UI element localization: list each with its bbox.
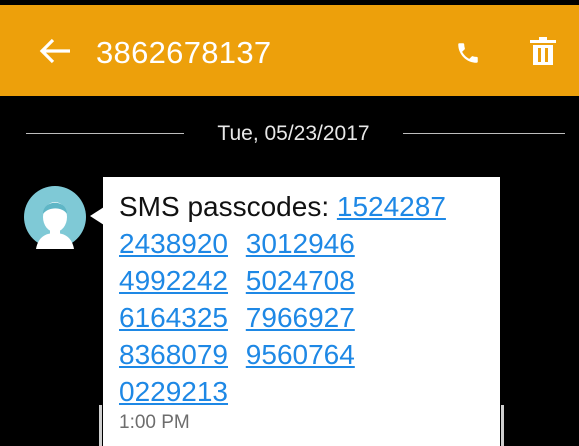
passcode-link[interactable]: 2438920 [119, 228, 228, 259]
divider-line-right [403, 133, 565, 134]
contact-avatar-icon[interactable] [23, 185, 87, 249]
passcode-link[interactable]: 1524287 [337, 191, 446, 222]
message-timestamp: 1:00 PM [119, 412, 190, 433]
passcode-link[interactable]: 3012946 [246, 228, 355, 259]
passcode-link[interactable]: 7966927 [246, 302, 355, 333]
trash-icon[interactable] [528, 37, 558, 67]
divider-line-left [26, 133, 184, 134]
conversation-date: Tue, 05/23/2017 [217, 122, 370, 145]
date-divider: Tue, 05/23/2017 [0, 120, 579, 148]
message-prefix: SMS passcodes: [119, 191, 330, 222]
bubble-tail [90, 207, 104, 225]
passcode-link[interactable]: 5024708 [246, 265, 355, 296]
bubble-edge-left [99, 405, 102, 446]
arrow-left-icon[interactable] [38, 36, 72, 66]
phone-icon[interactable] [455, 40, 481, 66]
passcode-link[interactable]: 6164325 [119, 302, 228, 333]
contact-title: 3862678137 [96, 35, 272, 70]
passcode-link[interactable]: 8368079 [119, 339, 228, 370]
passcode-link[interactable]: 9560764 [246, 339, 355, 370]
app-toolbar: 3862678137 [0, 5, 579, 96]
passcode-link[interactable]: 0229213 [119, 376, 228, 407]
bubble-edge-right [501, 405, 504, 446]
passcode-link[interactable]: 4992242 [119, 265, 228, 296]
message-text: SMS passcodes: 1524287 2438920 3012946 4… [119, 188, 489, 410]
